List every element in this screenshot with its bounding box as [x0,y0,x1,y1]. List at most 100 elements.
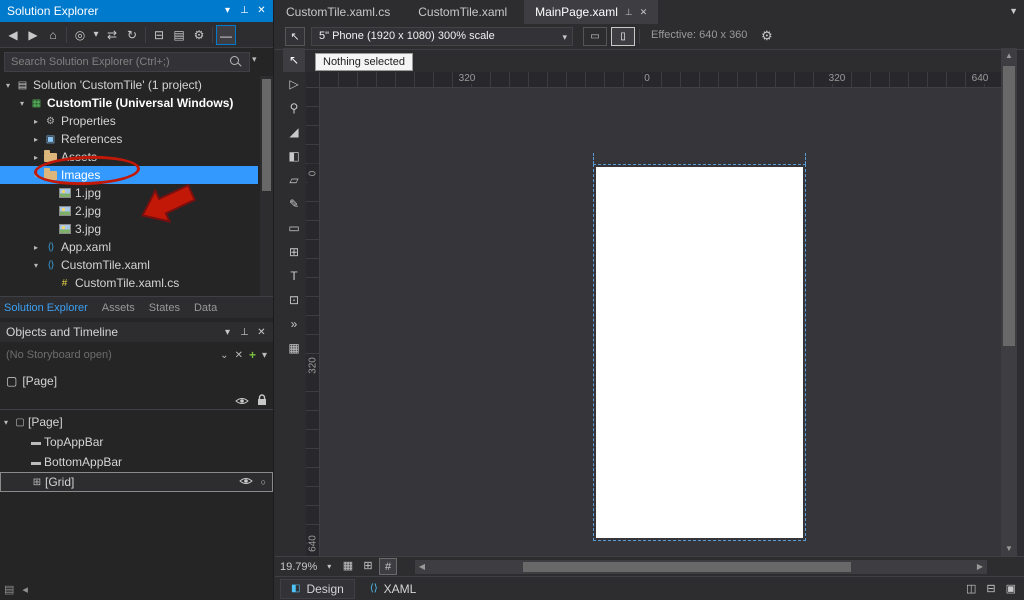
device-selector-dropdown[interactable]: 5" Phone (1920 x 1080) 300% scale ▾ [311,27,573,46]
objects-item-grid[interactable]: ⊞ [Grid] ○ [0,472,273,492]
close-storyboard-icon[interactable]: ✕ [235,350,243,361]
objects-item-page[interactable]: ▾ ▢ [Page] [0,412,273,432]
close-icon[interactable]: ✕ [253,323,270,343]
expander-icon[interactable]: ▾ [16,99,28,108]
grid-tool[interactable]: ⊞ [283,240,305,264]
show-grid-button[interactable]: ▦ [339,558,357,575]
expander-icon[interactable]: ▸ [30,243,42,252]
snap-to-snaplines-button[interactable]: # [379,558,397,575]
tree-item-3jpg[interactable]: 3.jpg [0,220,258,238]
close-icon[interactable]: ✕ [253,0,270,22]
doc-tab-customtilexamlcs[interactable]: CustomTile.xaml.cs [275,0,401,24]
scrollbar-thumb[interactable] [523,562,851,572]
expander-icon[interactable]: ▾ [2,81,14,90]
tree-item-appxaml[interactable]: ▸ ⟨⟩ App.xaml [0,238,258,256]
paint-bucket-tool[interactable]: ◧ [283,144,305,168]
pin-icon[interactable]: ⊥ [236,323,253,343]
expander-icon[interactable]: ▾ [0,418,12,427]
tree-item-1jpg[interactable]: 1.jpg [0,184,258,202]
zoom-dropdown[interactable]: 19.79% ▾ [280,559,331,575]
visibility-column-icon[interactable] [235,395,249,409]
scrollbar-thumb[interactable] [262,79,271,191]
split-vertical-icon[interactable]: ◫ [966,582,976,595]
storyboard-options-icon[interactable]: ▾ [262,350,267,361]
tree-item-customtilexaml[interactable]: ▾ ⟨⟩ CustomTile.xaml [0,256,258,274]
phone-artboard[interactable] [593,153,806,541]
doc-tab-mainpagexaml[interactable]: MainPage.xaml ⊥ ✕ [524,0,659,24]
objects-breadcrumb[interactable]: ▢ [Page] [0,372,57,390]
portrait-orientation-button[interactable]: ▯ [611,27,635,46]
eraser-tool[interactable]: ▱ [283,168,305,192]
scroll-right-icon[interactable]: ▶ [973,560,987,574]
expander-icon[interactable]: ▾ [30,261,42,270]
scope-button[interactable]: ◎ [70,25,90,45]
expander-icon[interactable]: ▸ [30,135,42,144]
tree-item-2jpg[interactable]: 2.jpg [0,202,258,220]
tree-item-customtilexamlcs[interactable]: # CustomTile.xaml.cs [0,274,258,292]
search-input[interactable] [4,52,250,72]
solution-explorer-titlebar[interactable]: Solution Explorer ▾ ⊥ ✕ [0,0,273,22]
designer-vertical-scrollbar[interactable]: ▲ ▼ [1001,48,1017,556]
pen-tool[interactable]: ✎ [283,192,305,216]
gear-icon[interactable]: ⚙ [761,28,773,44]
scroll-left-icon[interactable]: ◂ [22,583,28,596]
controls-tool[interactable]: ⊡ [283,288,305,312]
solution-tree-scrollbar[interactable] [260,76,273,296]
tab-design-view[interactable]: ◧ Design [280,578,355,599]
expander-icon[interactable]: ▸ [30,153,42,162]
expander-icon[interactable]: ▾ [30,171,42,180]
lock-column-icon[interactable] [257,394,267,409]
visibility-eye-icon[interactable] [238,475,253,489]
zoom-tool[interactable]: ⚲ [283,96,305,120]
storyboard-picker[interactable]: (No Storyboard open) ⌄ ✕ + ▾ [0,344,273,366]
scroll-left-icon[interactable]: ◀ [415,560,429,574]
expand-pane-icon[interactable]: ▣ [1006,582,1016,595]
scrollbar-thumb[interactable] [1003,66,1015,346]
selection-tool[interactable]: ↖ [283,48,305,72]
tab-overflow-icon[interactable]: ▼ [1009,6,1018,16]
show-all-files-button[interactable]: ▤ [169,25,189,45]
doc-tab-customtilexaml[interactable]: CustomTile.xaml [407,0,518,24]
text-tool[interactable]: T [283,264,305,288]
pin-icon[interactable]: ⊥ [236,0,253,22]
eyedropper-tool[interactable]: ◢ [283,120,305,144]
objects-item-topappbar[interactable]: ▬ TopAppBar [0,432,273,452]
tree-item-assets[interactable]: ▸ Assets [0,148,258,166]
scope-caret-icon[interactable]: ▾ [90,25,102,45]
split-horizontal-icon[interactable]: ⊟ [986,582,995,595]
objects-item-bottomappbar[interactable]: ▬ BottomAppBar [0,452,273,472]
back-button[interactable]: ◀ [3,25,23,45]
more-tools[interactable]: » [283,312,305,336]
direct-selection-tool[interactable]: ▷ [283,72,305,96]
search-icon[interactable] [230,56,239,65]
window-position-icon[interactable]: ▾ [219,323,236,343]
tree-item-properties[interactable]: ▸ ⚙ Properties [0,112,258,130]
landscape-orientation-button[interactable]: ▭ [583,27,607,46]
tree-item-solution[interactable]: ▾ ▤ Solution 'CustomTile' (1 project) [0,76,258,94]
pin-icon[interactable]: ⊥ [625,0,633,24]
refresh-button[interactable]: ↻ [122,25,142,45]
search-caret-icon[interactable]: ▾ [252,54,257,65]
scroll-up-icon[interactable]: ▲ [1001,48,1017,63]
objects-timeline-header[interactable]: Objects and Timeline ▾ ⊥ ✕ [0,322,273,342]
assets-tool[interactable]: ▦ [283,336,305,360]
tree-item-references[interactable]: ▸ ▣ References [0,130,258,148]
pointer-mode-button[interactable]: ↖ [285,27,305,46]
designer-horizontal-scrollbar[interactable]: ◀ ▶ [415,560,987,574]
tab-data[interactable]: Data [194,302,217,314]
rectangle-tool[interactable]: ▭ [283,216,305,240]
collapse-all-button[interactable]: ⊟ [149,25,169,45]
tab-states[interactable]: States [149,302,180,314]
window-position-icon[interactable]: ▾ [219,0,236,22]
properties-button[interactable]: ⚙ [189,25,209,45]
snap-to-grid-button[interactable]: ⊞ [359,558,377,575]
close-icon[interactable]: ✕ [640,0,648,24]
expander-icon[interactable]: ▸ [30,117,42,126]
new-storyboard-icon[interactable]: + [249,348,256,362]
forward-button[interactable]: ▶ [23,25,43,45]
storyboard-dropdown-icon[interactable]: ⌄ [220,350,228,361]
tab-solution-explorer[interactable]: Solution Explorer [4,302,88,314]
sync-with-active-document-button[interactable]: ⇄ [102,25,122,45]
tab-assets[interactable]: Assets [102,302,135,314]
document-icon[interactable]: ▤ [4,583,14,596]
